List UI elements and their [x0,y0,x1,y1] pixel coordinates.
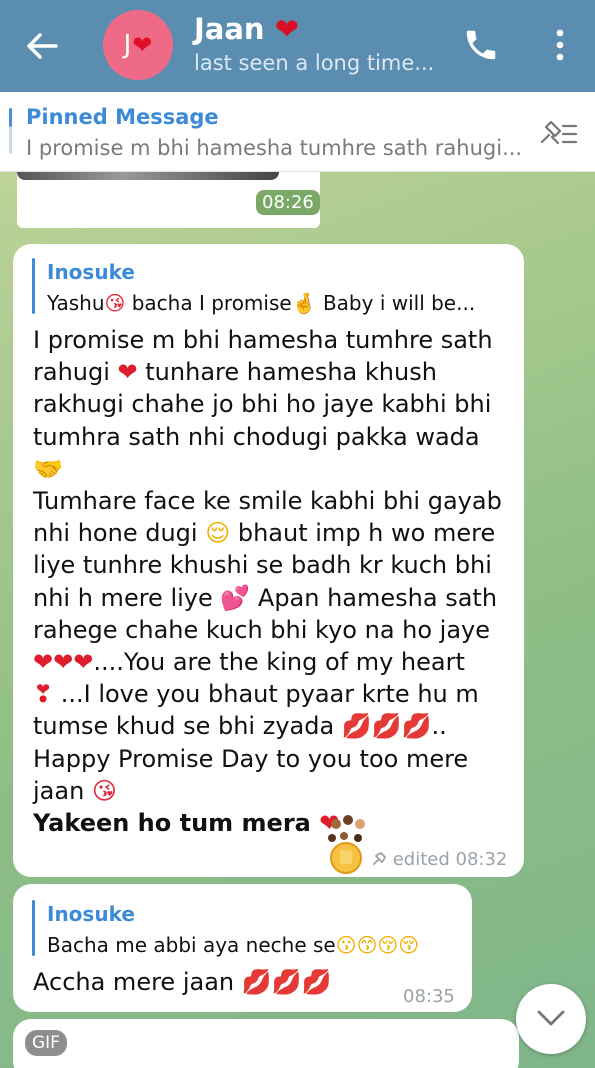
gif-badge: GIF [25,1030,67,1056]
message-text: Accha mere jaan 💋💋💋 [33,966,331,998]
pinned-indicator [9,108,12,154]
heart-emoji: ❤ [117,358,138,387]
phone-icon [466,30,496,60]
hearts-emoji: ❤❤❤ [33,648,94,677]
more-vert-icon [556,29,564,61]
contact-name[interactable]: Jaan ❤ [194,12,299,46]
kiss-mark-emoji: 💋💋💋 [341,712,432,741]
message-line: I promise m bhi hamesha tumhre sath [33,326,493,354]
contact-name-text: Jaan [194,12,265,46]
message-time: 08:26 [256,190,320,215]
kiss-faces-emoji: 😗😙😚😚 [335,933,420,957]
message-text: I promise m bhi hamesha tumhre sath rahu… [33,324,523,839]
message-bubble[interactable]: Inosuke Yashu😘 bacha I promise🤞 Baby i w… [13,244,524,877]
message-line-part: Apan hamesha sath [250,583,498,612]
avatar[interactable]: J ❤ [103,10,173,80]
contact-name-heart: ❤ [274,12,299,46]
message-line: rahege chahe kuch bhi kyo na ho jaye [33,615,491,644]
gif-message-bubble[interactable] [13,1019,519,1068]
message-line-part: tunhare hamesha khush [137,358,437,387]
message-line-part: ....You are the king of my heart [93,648,465,677]
reply-text-part: Bacha me abbi aya neche se [47,933,336,957]
message-line-bold: Yakeen ho tum mera ❤ [33,807,523,839]
message-line: Tumhare face ke smile kabhi bhi gayab [33,487,502,516]
kiss-face-emoji: 😘 [91,776,117,805]
message-line: ❣ ...I love you bhaut pyaar krte hu m [33,678,523,710]
chat-header: J ❤ Jaan ❤ last seen a long time... [0,0,595,92]
message-line: tumhra sath nhi chodugi pakka wada [33,422,480,451]
message-line-part: nhi hone dugi [33,519,206,548]
heart-exclamation-emoji: ❣ [33,680,54,709]
reply-bar [32,258,35,314]
message-line: tumse khud se bhi zyada 💋💋💋.. [33,710,523,742]
message-line: nhi hone dugi 😌 bhaut imp h wo mere [33,517,523,549]
message-line: rakhugi chahe jo bhi ho jaye kabhi bhi [33,390,492,419]
more-menu-button[interactable] [546,28,574,62]
message-line-part: tumse khud se bhi zyada [33,712,342,741]
message-line-part: ...I love you bhaut pyaar krte hu m [53,680,479,709]
message-line-part: bhaut imp h wo mere [230,519,496,548]
message-meta: edited 08:32 [371,849,507,870]
edited-time: edited 08:32 [392,849,508,870]
message-line: rahugi ❤ tunhare hamesha khush [33,356,523,388]
avatar-letter: J [123,30,132,60]
reply-emoji: 😘 [104,291,126,315]
avatar-heart: ❤ [132,31,153,59]
arrow-left-icon [27,33,58,59]
scroll-down-button[interactable] [516,984,586,1054]
message-bubble[interactable]: Inosuke Bacha me abbi aya neche se😗😙😚😚 A… [13,884,472,1012]
call-button[interactable] [462,26,500,64]
pinned-title: Pinned Message [26,105,219,129]
pin-list-icon [540,120,578,145]
chevron-down-icon [537,1010,565,1026]
message-line: jaan 😘 [33,775,523,807]
message-line-part: nhi h mere liye [33,583,221,612]
reply-emoji: 🤞 [291,291,317,315]
reply-bar [32,900,35,956]
pinned-list-button[interactable] [536,116,580,152]
reply-author: Inosuke [47,260,135,284]
message-line: liye tunhre khushi se badh kr kuch bhi [33,551,492,580]
reply-author: Inosuke [47,902,135,926]
message-line-part: .. [431,712,447,741]
last-seen-status: last seen a long time... [194,51,435,75]
pinned-text: I promise m bhi hamesha tumhre sath rahu… [26,136,523,160]
message-line: nhi h mere liye 💕 Apan hamesha sath [33,582,523,614]
message-line: ❤❤❤....You are the king of my heart [33,646,523,678]
message-line-part: rahugi [33,358,118,387]
handshake-emoji: 🤝 [33,454,63,483]
reply-text: Yashu😘 bacha I promise🤞 Baby i will be..… [47,291,475,315]
pinned-message-bar[interactable]: Pinned Message I promise m bhi hamesha t… [0,92,595,172]
media-thumbnail[interactable] [17,172,279,180]
reply-text: Bacha me abbi aya neche se😗😙😚😚 [47,933,419,957]
relieved-emoji: 😌 [205,519,231,548]
message-line-part: jaan [33,776,92,805]
back-button[interactable] [22,26,62,66]
message-line-part: Accha mere jaan [33,968,242,996]
reply-text-part: Yashu [47,291,105,315]
message-line: Happy Promise Day to you too mere [33,744,469,773]
reply-quote[interactable]: Inosuke Yashu😘 bacha I promise🤞 Baby i w… [32,258,512,318]
two-hearts-emoji: 💕 [220,583,251,612]
reply-text-part: bacha I promise [125,291,292,315]
message-time: 08:35 [403,986,455,1007]
reply-text-part: Baby i will be... [316,291,476,315]
kiss-mark-emoji: 💋💋💋 [241,968,332,996]
reaction-emoji-cluster[interactable] [318,806,376,880]
message-line-part: Yakeen ho tum mera [33,809,320,838]
reply-quote[interactable]: Inosuke Bacha me abbi aya neche se😗😙😚😚 [32,900,462,960]
